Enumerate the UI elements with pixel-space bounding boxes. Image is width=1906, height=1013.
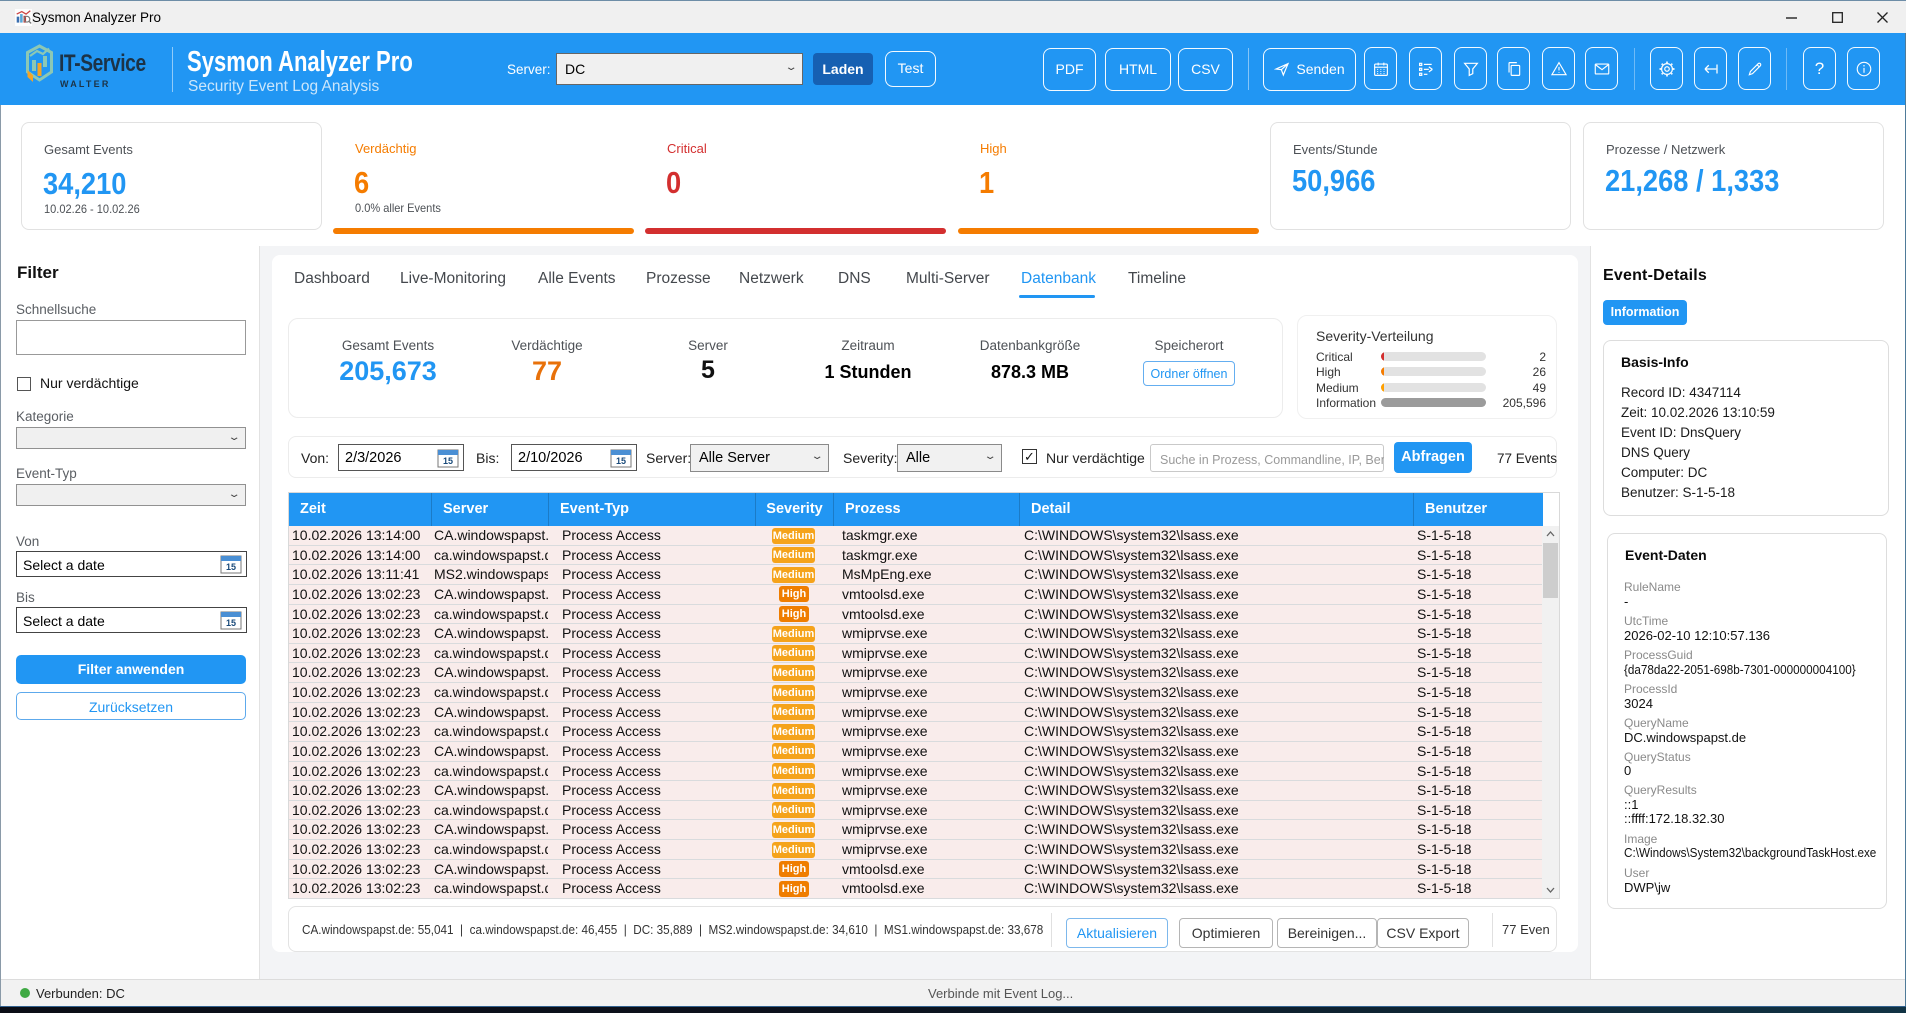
svg-text:15: 15 <box>226 562 236 572</box>
svg-text:15: 15 <box>616 456 626 466</box>
svg-text:15: 15 <box>226 618 236 628</box>
svg-text:15: 15 <box>443 456 453 466</box>
